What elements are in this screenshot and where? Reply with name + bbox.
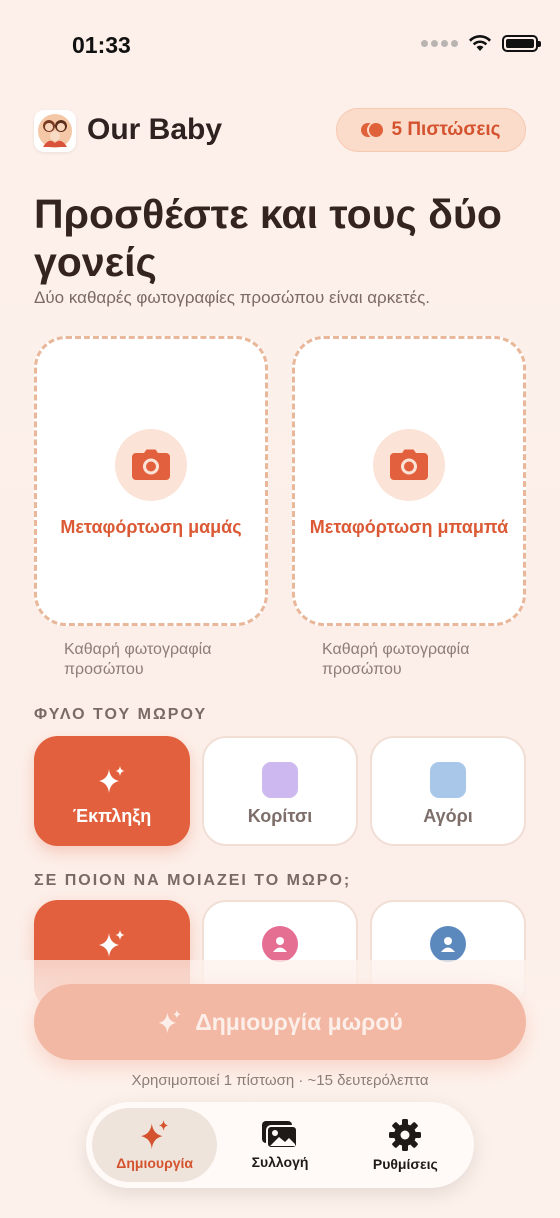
battery-icon <box>502 34 541 52</box>
screen: 01:33 Our Baby 5 Πιστώσεις Προσθέστε και… <box>0 0 560 1218</box>
person-icon <box>262 926 298 962</box>
tab-label: Συλλογή <box>251 1154 309 1170</box>
tab-create[interactable]: Δημιουργία <box>92 1108 218 1182</box>
page-subtitle: Δύο καθαρές φωτογραφίες προσώπου είναι α… <box>34 288 430 307</box>
sparkles-icon <box>140 1120 168 1149</box>
status-icons <box>421 34 541 52</box>
credits-button[interactable]: 5 Πιστώσεις <box>336 108 526 152</box>
tab-settings[interactable]: Ρυθμίσεις <box>343 1108 468 1182</box>
usage-note: Χρησιμοποιεί 1 πίστωση · ~15 δευτερόλεπτ… <box>131 1072 429 1089</box>
camera-icon <box>115 429 187 501</box>
sparkles-icon <box>94 926 130 962</box>
purple-swatch-icon <box>262 762 298 798</box>
person-icon <box>430 926 466 962</box>
create-button-label: Δημιουργία μωρού <box>195 1008 403 1035</box>
gender-section-label: ΦΥΛΟ ΤΟΥ ΜΩΡΟΥ <box>34 706 208 723</box>
gender-option-surprise[interactable]: Έκπληξη <box>34 736 190 846</box>
upload-dad-label: Μεταφόρτωση μπαμπά <box>309 517 509 537</box>
gallery-icon <box>261 1121 298 1149</box>
gender-option-label: Έκπληξη <box>72 806 152 826</box>
credits-label: 5 Πιστώσεις <box>391 119 501 140</box>
app-logo <box>34 110 76 152</box>
camera-icon <box>373 429 445 501</box>
upload-dad-card[interactable]: Μεταφόρτωση μπαμπά <box>292 336 526 626</box>
family-logo-icon <box>38 114 72 148</box>
upload-mom-card[interactable]: Μεταφόρτωση μαμάς <box>34 336 268 626</box>
signal-icon <box>421 39 458 47</box>
gender-option-girl[interactable]: Κορίτσι <box>202 736 358 846</box>
sparkles-icon <box>94 762 130 798</box>
blue-swatch-icon <box>430 762 466 798</box>
tab-label: Ρυθμίσεις <box>372 1156 438 1172</box>
credits-icon <box>361 123 384 137</box>
tab-gallery[interactable]: Συλλογή <box>217 1108 342 1182</box>
dad-photo-hint: Καθαρή φωτογραφία προσώπου <box>322 641 470 678</box>
wifi-icon <box>469 34 491 51</box>
resemblance-section-label: ΣΕ ΠΟΙΟΝ ΝΑ ΜΟΙΑΖΕΙ ΤΟ ΜΩΡΟ; <box>34 872 352 889</box>
gender-option-boy[interactable]: Αγόρι <box>370 736 526 846</box>
mom-photo-hint: Καθαρή φωτογραφία προσώπου <box>64 641 212 678</box>
tab-label: Δημιουργία <box>116 1155 194 1171</box>
gender-option-label: Αγόρι <box>423 806 473 826</box>
sparkles-icon <box>158 1009 182 1034</box>
status-time: 01:33 <box>72 32 131 58</box>
gender-option-label: Κορίτσι <box>247 806 313 826</box>
create-baby-button[interactable]: Δημιουργία μωρού <box>34 984 526 1060</box>
tab-bar: Δημιουργία Συλλογή Ρυθμίσεις <box>86 1102 474 1188</box>
app-title: Our Baby <box>87 113 223 146</box>
gear-icon <box>389 1119 422 1151</box>
page-title: Προσθέστε και τους δύο γονείς <box>34 191 502 285</box>
upload-mom-label: Μεταφόρτωση μαμάς <box>60 517 242 537</box>
